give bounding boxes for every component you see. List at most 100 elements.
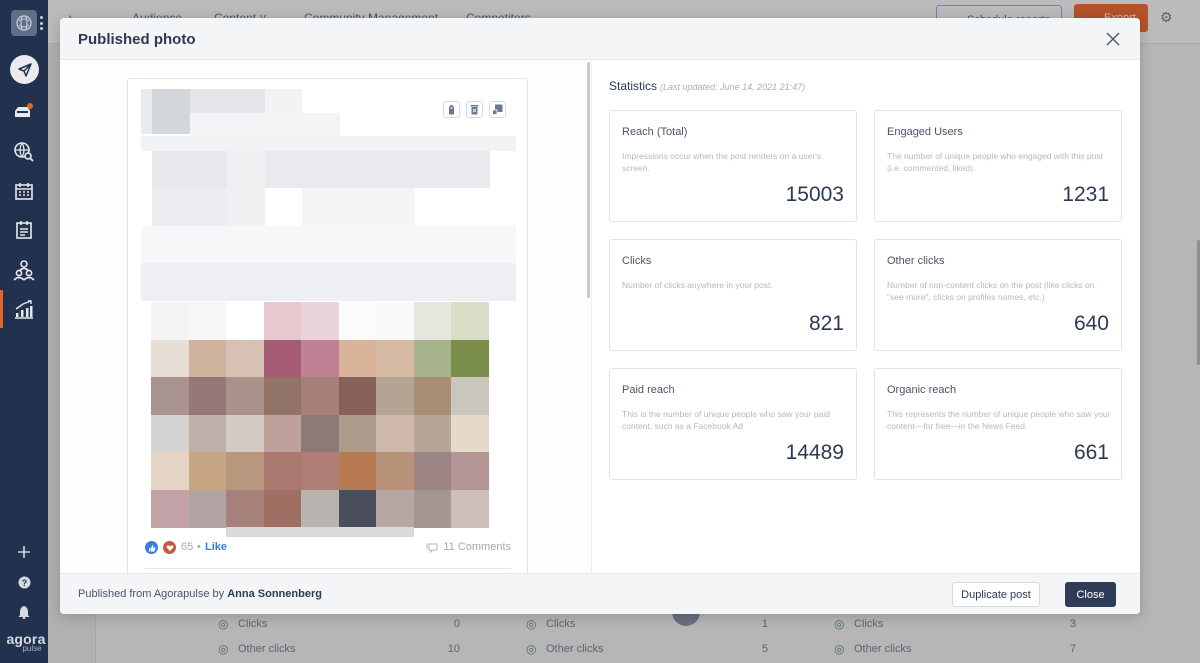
- sidebar-item-users[interactable]: [10, 256, 38, 284]
- sidebar-item-calendar[interactable]: [10, 177, 38, 205]
- cursor-click-icon: ◎: [218, 617, 229, 631]
- row-label: Other clicks: [854, 643, 912, 655]
- table-row: ◎ Clicks 3: [834, 617, 1076, 631]
- close-icon[interactable]: [1104, 30, 1122, 48]
- sidebar-item-compose[interactable]: [10, 55, 39, 84]
- workspace-logo[interactable]: [11, 10, 37, 36]
- image-pixel: [151, 302, 189, 340]
- image-pixel: [263, 489, 302, 528]
- image-pixel: [263, 377, 302, 415]
- stat-card-reach-total: Reach (Total) Impressions occur when the…: [609, 110, 857, 222]
- last-updated: (Last updated: June 14, 2021 21:47): [660, 82, 806, 92]
- sidebar-item-help[interactable]: ?: [10, 568, 38, 596]
- image-pixel: [226, 414, 264, 453]
- close-button[interactable]: Close: [1065, 582, 1116, 607]
- row-label: Clicks: [238, 618, 268, 630]
- image-pixel: [301, 339, 339, 378]
- gear-icon[interactable]: ⚙: [1160, 9, 1173, 26]
- published-photo-modal: Published photo 65 • Like 11 Comments St…: [60, 18, 1140, 614]
- logo-icon: [16, 15, 32, 31]
- row-label: Other clicks: [238, 643, 296, 655]
- row-value: 3: [1069, 618, 1076, 630]
- calendar-icon: [15, 183, 33, 200]
- workspace-menu-icon[interactable]: [40, 16, 43, 30]
- stat-card-clicks: Clicks Number of clicks anywhere in your…: [609, 239, 857, 351]
- stat-description: This is the number of unique people who …: [622, 409, 830, 431]
- image-pixel: [376, 452, 414, 490]
- tag-button[interactable]: [443, 101, 460, 118]
- image-pixel: [301, 414, 339, 453]
- image-pixel: [141, 135, 516, 151]
- image-pixel: [451, 377, 489, 415]
- modal-title: Published photo: [78, 31, 196, 48]
- image-pixel: [301, 377, 339, 415]
- bell-icon: [18, 606, 30, 619]
- image-pixel: [152, 188, 228, 226]
- row-value: 7: [1069, 643, 1076, 655]
- image-pixel: [189, 89, 265, 114]
- image-pixel: [376, 339, 414, 378]
- image-pixel: [338, 452, 377, 490]
- sidebar-item-listening[interactable]: [10, 138, 38, 166]
- table-row: ◎ Other clicks 10: [218, 642, 460, 656]
- image-pixel: [226, 377, 264, 415]
- cursor-click-icon: ◎: [526, 642, 537, 656]
- sidebar-item-inbox[interactable]: [10, 97, 38, 125]
- published-prefix: Published from Agorapulse by: [78, 588, 225, 600]
- comment-icon: [426, 542, 438, 553]
- image-pixel: [264, 150, 490, 189]
- image-pixel: [152, 150, 228, 189]
- modal-footer: Published from Agorapulse by Anna Sonnen…: [60, 573, 1140, 614]
- image-pixel: [263, 339, 302, 378]
- image-pixel: [264, 89, 303, 114]
- stat-value: 15003: [785, 183, 844, 206]
- pane-divider: [591, 61, 592, 573]
- help-icon: ?: [18, 576, 30, 588]
- image-pixel: [141, 263, 516, 301]
- cursor-click-icon: ◎: [834, 617, 845, 631]
- delete-button[interactable]: [466, 101, 483, 118]
- image-pixel: [188, 414, 227, 453]
- image-pixel: [451, 414, 489, 453]
- sidebar-item-reports[interactable]: [10, 295, 38, 323]
- stat-value: 821: [808, 312, 844, 335]
- image-pixel: [338, 489, 377, 528]
- image-pixel: [151, 377, 189, 415]
- sidebar-item-content[interactable]: [10, 216, 38, 244]
- stat-card-engaged-users: Engaged Users The number of unique peopl…: [874, 110, 1122, 222]
- expand-button[interactable]: [489, 101, 506, 118]
- stat-card-other-clicks: Other clicks Number of non-content click…: [874, 239, 1122, 351]
- inbox-icon: [15, 103, 33, 117]
- row-label: Other clicks: [546, 643, 604, 655]
- sidebar-item-notifications[interactable]: [10, 598, 38, 626]
- image-pixel: [338, 414, 377, 453]
- reaction-count: 65: [181, 541, 194, 553]
- stat-value: 1231: [1062, 183, 1109, 206]
- like-link[interactable]: Like: [205, 541, 227, 553]
- author-name: Anna Sonnenberg: [227, 588, 322, 600]
- stat-card-organic-reach: Organic reach This represents the number…: [874, 368, 1122, 480]
- image-pixel: [413, 414, 452, 453]
- image-pixel: [226, 339, 264, 378]
- chart-icon: [15, 300, 33, 319]
- statistics-heading: Statistics (Last updated: June 14, 2021 2…: [609, 79, 805, 93]
- image-pixel: [226, 452, 264, 490]
- image-pixel: [413, 302, 452, 340]
- image-pixel: [451, 452, 489, 490]
- row-label: Clicks: [854, 618, 884, 630]
- comments-link[interactable]: 11 Comments: [426, 541, 511, 553]
- duplicate-post-button[interactable]: Duplicate post: [952, 582, 1040, 607]
- globe-search-icon: [14, 142, 34, 162]
- post-preview-card: 65 • Like 11 Comments: [127, 78, 528, 598]
- image-pixel: [413, 339, 452, 378]
- sidebar: ? agora pulse: [0, 0, 48, 663]
- image-pixel: [188, 302, 227, 340]
- image-pixel: [151, 489, 189, 528]
- sidebar-item-add[interactable]: [10, 538, 38, 566]
- image-pixel: [188, 452, 227, 490]
- statistics-title: Statistics: [609, 79, 658, 93]
- image-pixel: [413, 452, 452, 490]
- stat-label: Paid reach: [622, 384, 675, 396]
- preview-scrollbar[interactable]: [587, 62, 590, 298]
- image-pixel: [263, 302, 302, 340]
